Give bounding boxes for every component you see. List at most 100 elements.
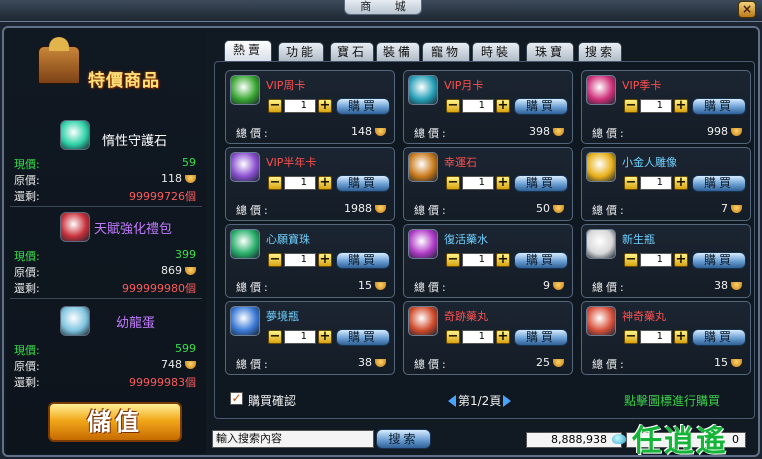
decrease-button[interactable]: − [624,253,638,267]
quantity-input[interactable]: 1 [462,176,494,190]
quantity-input[interactable]: 1 [640,253,672,267]
buy-button[interactable]: 購買 [692,329,746,346]
buy-button[interactable]: 購買 [692,252,746,269]
product-icon[interactable] [408,306,438,336]
special-item-now: 現價: 399 [14,248,196,263]
search-input[interactable]: 輸入搜索內容 [212,430,374,448]
tab-equipment[interactable]: 裝備 [376,42,420,62]
increase-button[interactable]: + [674,330,688,344]
product-icon[interactable] [230,152,260,182]
quantity-input[interactable]: 1 [640,176,672,190]
increase-button[interactable]: + [318,99,332,113]
recharge-button[interactable]: 儲值 [48,402,182,442]
special-item-original: 原價: 748 [14,358,196,373]
product-icon[interactable] [230,229,260,259]
buy-button[interactable]: 購買 [514,175,568,192]
increase-button[interactable]: + [496,99,510,113]
increase-button[interactable]: + [674,176,688,190]
decrease-button[interactable]: − [446,253,460,267]
special-item-name: 幼龍蛋 [116,316,156,331]
tab-gem[interactable]: 寶石 [330,42,374,62]
close-button[interactable]: × [738,1,756,18]
tab-fashion[interactable]: 時裝 [472,42,520,62]
product-icon[interactable] [230,75,260,105]
buy-button[interactable]: 購買 [514,252,568,269]
increase-button[interactable]: + [674,99,688,113]
buy-button[interactable]: 購買 [336,98,390,115]
increase-button[interactable]: + [674,253,688,267]
total-label: 總價: [592,127,627,140]
decrease-button[interactable]: − [446,330,460,344]
decrease-button[interactable]: − [268,176,282,190]
decrease-button[interactable]: − [268,99,282,113]
quantity-input[interactable]: 1 [462,330,494,344]
quantity-input[interactable]: 1 [462,99,494,113]
total-label: 總價: [592,281,627,294]
total-price: 998 [707,125,742,138]
tab-hot[interactable]: 熱賣 [224,40,272,62]
decrease-button[interactable]: − [268,330,282,344]
increase-button[interactable]: + [318,330,332,344]
decrease-button[interactable]: − [624,176,638,190]
quantity-input[interactable]: 1 [284,253,316,267]
decrease-button[interactable]: − [268,253,282,267]
total-label: 總價: [414,204,449,217]
buy-button[interactable]: 購買 [336,175,390,192]
increase-button[interactable]: + [496,176,510,190]
buy-button[interactable]: 購買 [336,252,390,269]
shop-stall-icon [38,37,80,84]
quantity-input[interactable]: 1 [284,330,316,344]
purchase-confirm-label: 購買確認 [248,394,297,408]
special-item-original: 原價: 869 [14,264,196,279]
product-name: VIP周卡 [266,79,306,92]
gold-coin-icon [553,359,564,367]
decrease-button[interactable]: − [624,99,638,113]
product-name: VIP季卡 [622,79,662,92]
special-item-icon[interactable] [60,120,90,150]
product-icon[interactable] [586,229,616,259]
decrease-button[interactable]: − [446,176,460,190]
product-icon[interactable] [586,306,616,336]
tab-function[interactable]: 功能 [278,42,324,62]
quantity-input[interactable]: 1 [284,99,316,113]
quantity-input[interactable]: 1 [462,253,494,267]
window-title: 商 城 [344,0,422,15]
quantity-input[interactable]: 1 [284,176,316,190]
product-icon[interactable] [408,75,438,105]
tab-jewelry[interactable]: 珠寶 [526,42,574,62]
increase-button[interactable]: + [318,176,332,190]
buy-button[interactable]: 購買 [692,175,746,192]
increase-button[interactable]: + [318,253,332,267]
buy-button[interactable]: 購買 [692,98,746,115]
product-icon[interactable] [408,152,438,182]
product-name: 神奇藥丸 [622,310,666,323]
product-card: 奇跡藥丸 −1 + 購買 總價: 25 [403,301,573,375]
decrease-button[interactable]: − [624,330,638,344]
tab-pet[interactable]: 寵物 [422,42,470,62]
increase-button[interactable]: + [496,330,510,344]
product-card: 心願寶珠 −1 + 購買 總價: 15 [225,224,395,298]
product-icon[interactable] [408,229,438,259]
total-price: 25 [536,356,564,369]
search-button[interactable]: 搜索 [376,429,431,449]
buy-button[interactable]: 購買 [514,329,568,346]
special-item-icon[interactable] [60,212,90,242]
divider [10,206,202,207]
diamond-icon [612,434,626,444]
watermark-logo: 任逍遙 [632,424,728,459]
special-item-icon[interactable] [60,306,90,336]
quantity-input[interactable]: 1 [640,99,672,113]
product-icon[interactable] [586,75,616,105]
product-icon[interactable] [230,306,260,336]
decrease-button[interactable]: − [446,99,460,113]
buy-button[interactable]: 購買 [514,98,568,115]
product-icon[interactable] [586,152,616,182]
increase-button[interactable]: + [496,253,510,267]
purchase-confirm-checkbox[interactable]: ✓ [230,392,243,405]
buy-button[interactable]: 購買 [336,329,390,346]
tab-search[interactable]: 搜索 [578,42,622,62]
prev-page-icon[interactable] [448,395,456,407]
gold-coin-icon [731,282,742,290]
next-page-icon[interactable] [503,395,512,407]
quantity-input[interactable]: 1 [640,330,672,344]
